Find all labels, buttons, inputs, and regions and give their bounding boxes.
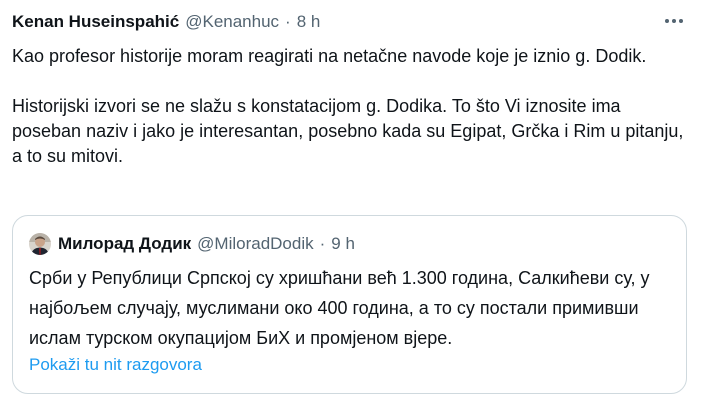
quoted-tweet[interactable]: Милорад Додик @MiloradDodik · 9 h Срби у… [12, 215, 687, 394]
tweet-paragraph-1: Kao profesor historije moram reagirati n… [12, 46, 647, 66]
quoted-author-name: Милорад Додик [58, 234, 192, 253]
tweet[interactable]: Kenan Huseinspahić @Kenanhuc · 8 h Kao p… [0, 0, 705, 404]
author-handle[interactable]: @Kenanhuc [185, 12, 279, 32]
more-horizontal-icon [665, 19, 683, 23]
quoted-tweet-header: Милорад Додик @MiloradDodik · 9 h [29, 231, 670, 257]
avatar-photo [29, 233, 51, 255]
avatar[interactable] [29, 233, 51, 255]
quoted-timestamp: 9 h [331, 234, 355, 253]
timestamp[interactable]: 8 h [297, 12, 321, 32]
more-options-button[interactable] [660, 10, 688, 32]
tweet-text: Kao profesor historije moram reagirati n… [12, 44, 687, 169]
quoted-tweet-text: Срби у Републици Српској су хришћани већ… [29, 268, 650, 348]
tweet-paragraph-2: Historijski izvori se ne slažu s konstat… [12, 96, 684, 166]
tweet-header: Kenan Huseinspahić @Kenanhuc · 8 h [12, 9, 689, 35]
quoted-author-handle: @MiloradDodik [197, 234, 314, 253]
quoted-separator-dot: · [319, 234, 326, 253]
separator-dot: · [285, 12, 291, 31]
show-thread-link[interactable]: Pokaži tu nit razgovora [29, 355, 202, 375]
author-name[interactable]: Kenan Huseinspahić [12, 12, 179, 32]
